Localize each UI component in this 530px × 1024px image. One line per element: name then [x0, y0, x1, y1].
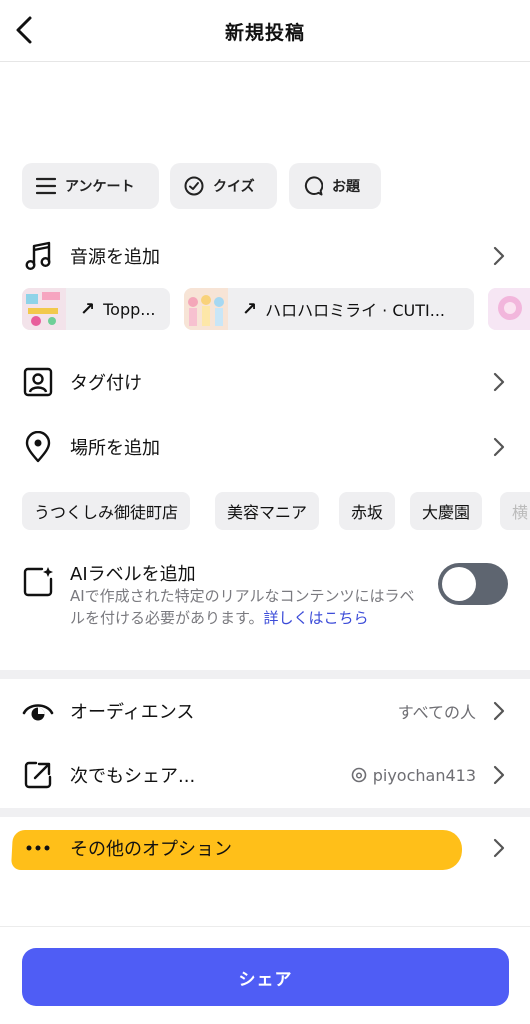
share-to-row[interactable]: 次でもシェア... piyochan413 — [0, 745, 530, 805]
trending-arrow-icon: ↗ — [80, 298, 96, 320]
location-pin-icon — [22, 431, 54, 463]
chevron-right-icon — [493, 372, 505, 392]
page-title: 新規投稿 — [224, 22, 305, 44]
more-options-label: その他のオプション — [70, 839, 232, 860]
share-arrow-icon — [22, 759, 54, 791]
music-chip[interactable]: ↗ Topp... — [22, 288, 170, 330]
chevron-right-icon — [493, 246, 505, 266]
quiz-label: クイズ — [213, 179, 255, 195]
threads-icon — [351, 767, 367, 783]
audience-label: オーディエンス — [70, 702, 195, 723]
prompt-button[interactable]: お題 — [289, 163, 381, 209]
section-divider — [0, 808, 530, 817]
location-chip[interactable]: うつくしみ御徒町店 — [22, 492, 191, 530]
learn-more-link[interactable]: 詳しくはこちら — [264, 609, 369, 627]
music-note-icon — [22, 240, 54, 272]
quiz-button[interactable]: クイズ — [170, 163, 277, 209]
speech-bubble-icon — [304, 176, 323, 196]
more-options-row[interactable]: その他のオプション — [0, 818, 530, 878]
add-music-label: 音源を追加 — [70, 247, 160, 268]
audience-row[interactable]: オーディエンス すべての人 — [0, 681, 530, 741]
poll-label: アンケート — [65, 179, 135, 195]
album-art-thumbnail — [184, 288, 228, 330]
person-tag-icon — [22, 366, 54, 398]
add-location-row[interactable]: 場所を追加 — [0, 417, 530, 477]
prompt-label: お題 — [332, 179, 360, 195]
ai-sparkle-icon — [23, 567, 53, 597]
location-chip[interactable]: 大慶園 — [410, 492, 483, 530]
chevron-right-icon — [493, 437, 505, 457]
list-icon — [36, 177, 56, 195]
music-suggestions: ↗ Topp... ↗ ハロハロミライ · CUTI... — [0, 288, 530, 332]
share-to-account: piyochan413 — [351, 766, 476, 785]
tag-people-label: タグ付け — [70, 373, 142, 394]
share-to-value: piyochan413 — [372, 765, 476, 785]
album-art-thumbnail — [488, 288, 530, 330]
audience-value: すべての人 — [397, 703, 476, 722]
check-circle-icon — [184, 176, 204, 196]
toggle-knob — [442, 567, 476, 601]
album-art-thumbnail — [22, 288, 66, 330]
add-location-label: 場所を追加 — [70, 438, 160, 459]
ai-label-toggle[interactable] — [438, 563, 508, 605]
location-chip[interactable]: 美容マニア — [215, 492, 320, 530]
location-suggestions: うつくしみ御徒町店 美容マニア 赤坂 大慶園 横 — [0, 492, 530, 532]
share-to-label: 次でもシェア... — [70, 766, 196, 787]
music-chip[interactable]: ↗ ハロハロミライ · CUTI... — [184, 288, 474, 330]
header: 新規投稿 — [0, 0, 530, 62]
location-chip[interactable]: 横 — [500, 492, 530, 530]
share-button[interactable]: シェア — [22, 948, 509, 1006]
new-post-screen: 新規投稿 アンケート クイズ お題 音源を追加 ↗ Topp... ↗ ハロハロ… — [0, 0, 530, 1024]
music-title: Topp... — [103, 299, 156, 319]
trending-arrow-icon: ↗ — [242, 298, 258, 320]
add-music-row[interactable]: 音源を追加 — [0, 226, 530, 286]
eye-icon — [22, 695, 54, 727]
chevron-right-icon — [493, 838, 505, 858]
bottom-divider — [0, 926, 530, 927]
music-chip[interactable] — [488, 288, 530, 330]
poll-button[interactable]: アンケート — [22, 163, 159, 209]
section-divider — [0, 670, 530, 679]
music-title: ハロハロミライ · CUTI... — [265, 301, 445, 320]
ai-label-title: AIラベルを追加 — [70, 564, 196, 585]
tag-people-row[interactable]: タグ付け — [0, 352, 530, 412]
location-chip[interactable]: 赤坂 — [339, 492, 396, 530]
chevron-right-icon — [493, 701, 505, 721]
more-dots-icon — [22, 832, 54, 864]
ai-label-description: AIで作成された特定のリアルなコンテンツにはラベルを付ける必要があります。詳しく… — [70, 585, 415, 629]
chevron-right-icon — [493, 765, 505, 785]
